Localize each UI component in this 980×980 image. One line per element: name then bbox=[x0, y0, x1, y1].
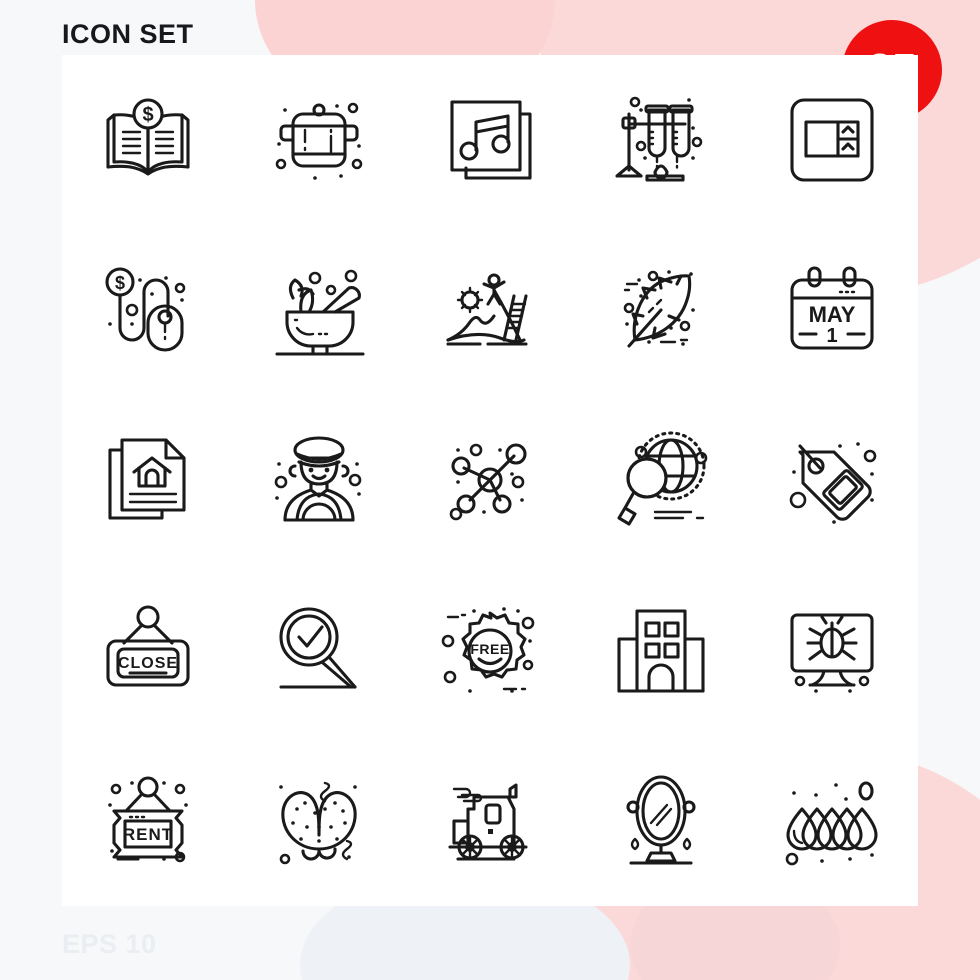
money-path-icon: $ bbox=[105, 267, 185, 352]
icon-cell-21[interactable]: RENT bbox=[62, 736, 233, 906]
svg-text:$: $ bbox=[115, 273, 125, 293]
icon-cell-2[interactable] bbox=[233, 55, 404, 225]
icon-cell-18[interactable]: FREE bbox=[404, 566, 575, 736]
water-drops-icon bbox=[786, 781, 878, 866]
vanity-mirror-icon bbox=[626, 775, 696, 865]
svg-text:$: $ bbox=[142, 104, 153, 126]
horse-carriage-icon bbox=[448, 783, 528, 861]
icon-cell-23[interactable] bbox=[404, 736, 575, 906]
test-tubes-icon bbox=[615, 96, 703, 182]
cooking-pot-icon bbox=[275, 102, 363, 180]
icon-cell-25[interactable] bbox=[747, 736, 918, 906]
rent-sign-text: RENT bbox=[122, 825, 172, 844]
icon-cell-3[interactable] bbox=[404, 55, 575, 225]
icon-cell-12[interactable] bbox=[233, 395, 404, 565]
icon-cell-1[interactable]: $ bbox=[62, 55, 233, 225]
office-building-icon bbox=[617, 609, 705, 693]
icon-cell-7[interactable] bbox=[233, 225, 404, 395]
close-sign-text: CLOSE bbox=[118, 655, 178, 672]
property-documents-icon bbox=[108, 438, 186, 521]
rent-sign-icon: RENT bbox=[107, 776, 188, 863]
network-nodes-icon bbox=[449, 443, 527, 521]
icon-cell-9[interactable] bbox=[576, 225, 747, 395]
page-title: ICON SET bbox=[62, 19, 194, 49]
icon-cell-11[interactable] bbox=[62, 395, 233, 565]
icon-cell-16[interactable]: CLOSE bbox=[62, 566, 233, 736]
close-sign-icon: CLOSE bbox=[106, 605, 190, 687]
mountain-success-icon bbox=[446, 273, 528, 346]
icon-cell-8[interactable] bbox=[404, 225, 575, 395]
mortar-pestle-icon bbox=[275, 269, 365, 356]
icon-cell-4[interactable] bbox=[576, 55, 747, 225]
calendar-may-one-icon: MAY 1 bbox=[790, 266, 874, 350]
icon-cell-14[interactable] bbox=[576, 395, 747, 565]
icon-cell-13[interactable] bbox=[404, 395, 575, 565]
feather-icon bbox=[623, 270, 695, 348]
calendar-month-text: MAY bbox=[809, 302, 856, 327]
global-search-icon bbox=[617, 431, 708, 527]
poster-stage: ICON SET 25 EPS 10 $ bbox=[0, 0, 980, 980]
icon-cell-10[interactable]: MAY 1 bbox=[747, 225, 918, 395]
format-label: EPS 10 bbox=[62, 929, 157, 959]
price-tag-icon bbox=[790, 442, 877, 525]
calendar-day-text: 1 bbox=[827, 325, 838, 347]
search-verified-icon bbox=[279, 607, 357, 689]
icon-cell-19[interactable] bbox=[576, 566, 747, 736]
music-files-icon bbox=[450, 100, 532, 180]
icon-cell-20[interactable] bbox=[747, 566, 918, 736]
icon-grid: $ $ MAY 1 CLOSE FREE RENT bbox=[62, 55, 918, 906]
icon-cell-5[interactable] bbox=[747, 55, 918, 225]
icon-cell-15[interactable] bbox=[747, 395, 918, 565]
finance-book-icon: $ bbox=[106, 98, 190, 176]
icon-sheet-card: $ $ MAY 1 CLOSE FREE RENT bbox=[62, 55, 918, 906]
icon-cell-24[interactable] bbox=[576, 736, 747, 906]
icon-cell-6[interactable]: $ bbox=[62, 225, 233, 395]
pretzel-icon bbox=[278, 781, 357, 865]
free-badge-icon: FREE bbox=[441, 606, 535, 693]
icon-cell-22[interactable] bbox=[233, 736, 404, 906]
computer-bug-icon bbox=[790, 613, 874, 693]
police-officer-icon bbox=[274, 436, 362, 523]
icon-cell-17[interactable] bbox=[233, 566, 404, 736]
free-badge-text: FREE bbox=[470, 641, 509, 657]
layout-panel-icon bbox=[790, 98, 874, 182]
